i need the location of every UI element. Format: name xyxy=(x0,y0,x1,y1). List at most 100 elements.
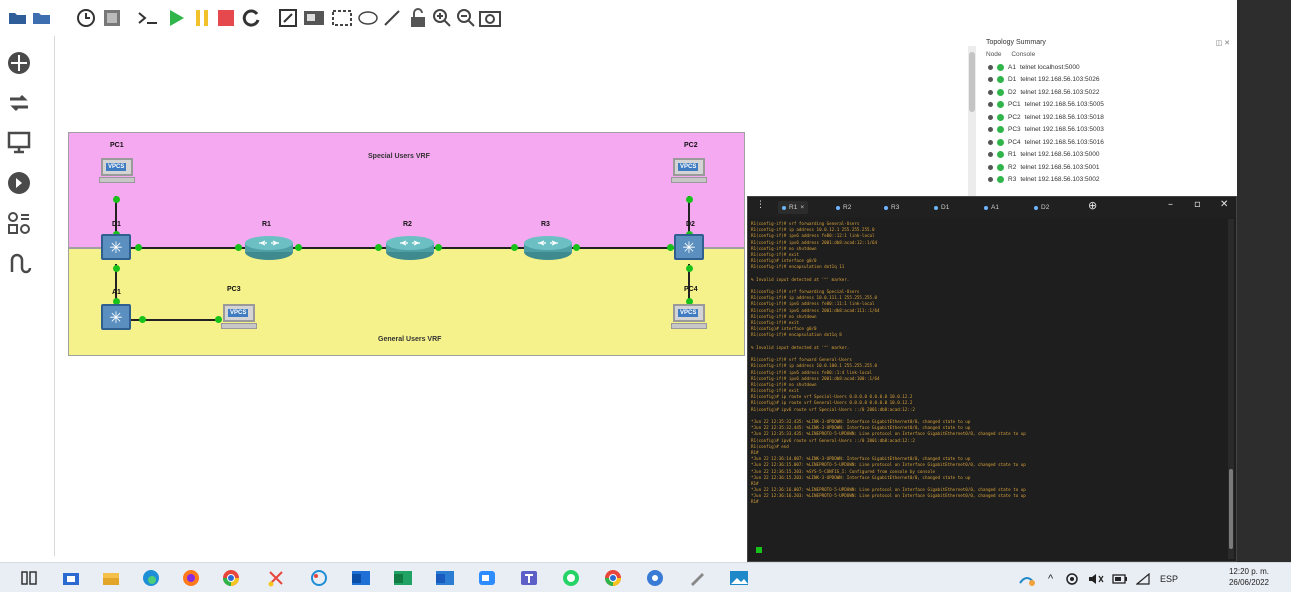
word-icon[interactable] xyxy=(434,568,456,588)
expand-bullet-icon[interactable] xyxy=(988,164,993,170)
pc2-node[interactable]: VPCS xyxy=(671,158,707,184)
topology-summary-row[interactable]: PC1 telnet 192.168.56.103:5005 xyxy=(988,100,1104,110)
snapshot-icon[interactable] xyxy=(100,6,124,30)
network-tray-icon[interactable] xyxy=(1016,568,1038,588)
topology-summary-row[interactable]: R1 telnet 192.168.56.103:5000 xyxy=(988,150,1099,160)
terminal-menu-icon[interactable]: ⋮ xyxy=(756,200,765,216)
firefox-icon[interactable] xyxy=(180,568,202,588)
edit-note-icon[interactable] xyxy=(276,6,300,30)
reload-icon[interactable] xyxy=(240,6,264,30)
line-icon[interactable] xyxy=(380,6,404,30)
screenshot-icon[interactable] xyxy=(478,6,502,30)
expand-bullet-icon[interactable] xyxy=(988,139,993,145)
topology-summary-row[interactable]: R3 telnet 192.168.56.103:5002 xyxy=(988,175,1099,185)
edge-icon[interactable] xyxy=(140,568,162,588)
snipping-icon[interactable] xyxy=(265,568,287,588)
language-indicator[interactable]: ESP xyxy=(1160,572,1178,586)
pc1-node[interactable]: VPCS xyxy=(99,158,135,184)
pc4-node[interactable]: VPCS xyxy=(671,304,707,330)
expand-bullet-icon[interactable] xyxy=(988,64,993,70)
wifi-tray-icon[interactable] xyxy=(1136,572,1150,586)
browse-all-devices-icon[interactable] xyxy=(4,208,34,238)
d2-switch-node[interactable]: ✳ xyxy=(674,234,704,260)
topology-summary-row[interactable]: D2 telnet 192.168.56.103:5022 xyxy=(988,87,1099,97)
folder-icon[interactable] xyxy=(30,6,54,30)
expand-bullet-icon[interactable] xyxy=(988,102,993,107)
terminal-scrollbar-thumb[interactable] xyxy=(1229,469,1233,549)
topology-summary-row[interactable]: PC4 telnet 192.168.56.103:5016 xyxy=(988,137,1104,147)
photos-icon[interactable] xyxy=(728,568,750,588)
tab-r1[interactable]: R1 × xyxy=(778,201,809,214)
expand-bullet-icon[interactable] xyxy=(988,114,993,120)
tray-expand-icon[interactable]: ^ xyxy=(1048,572,1053,586)
expand-bullet-icon[interactable] xyxy=(988,177,993,182)
terminal-scrollbar[interactable] xyxy=(1228,219,1234,559)
tab-d1[interactable]: D1 xyxy=(934,201,949,214)
zoom-out-icon[interactable] xyxy=(454,6,478,30)
r1-router-node[interactable] xyxy=(243,235,295,261)
topology-summary-row[interactable]: A1 telnet localhost:5000 xyxy=(988,62,1080,72)
special-users-vrf-zone[interactable] xyxy=(68,132,745,248)
zoom-icon[interactable] xyxy=(476,568,498,588)
tab-a1[interactable]: A1 xyxy=(984,201,999,214)
zoom-in-icon[interactable] xyxy=(430,6,454,30)
rectangle-icon[interactable] xyxy=(330,6,354,30)
expand-bullet-icon[interactable] xyxy=(988,77,993,82)
outlook-icon[interactable] xyxy=(350,568,372,588)
gns3-icon[interactable] xyxy=(644,568,666,588)
task-view-icon[interactable] xyxy=(18,568,40,588)
browse-end-devices-icon[interactable] xyxy=(4,128,34,158)
expand-bullet-icon[interactable] xyxy=(988,127,993,132)
canvas-scrollbar-thumb[interactable] xyxy=(969,52,975,112)
browse-switches-icon[interactable] xyxy=(4,88,34,118)
browse-routers-icon[interactable] xyxy=(4,48,34,78)
start-icon[interactable] xyxy=(164,6,188,30)
chrome-icon[interactable] xyxy=(220,568,242,588)
folder-open-icon[interactable] xyxy=(6,6,30,30)
excel-icon[interactable] xyxy=(392,568,414,588)
topology-summary-row[interactable]: PC3 telnet 192.168.56.103:5003 xyxy=(988,125,1104,135)
tab-d2[interactable]: D2 xyxy=(1034,201,1049,214)
minimize-icon[interactable]: – xyxy=(1168,199,1173,215)
pc3-node[interactable]: VPCS xyxy=(221,304,257,330)
image-icon[interactable] xyxy=(302,6,326,30)
terminal-output[interactable]: R1(config-if)# vrf forwarding General-Us… xyxy=(751,221,1221,559)
link-status-dot xyxy=(511,244,518,251)
pause-icon[interactable] xyxy=(190,6,214,30)
pen-icon[interactable] xyxy=(686,568,708,588)
topology-summary-row[interactable]: PC2 telnet 192.168.56.103:5018 xyxy=(988,112,1104,122)
close-icon[interactable]: ✕ xyxy=(1220,199,1228,215)
stop-icon[interactable] xyxy=(214,6,238,30)
file-explorer-icon[interactable] xyxy=(100,568,122,588)
expand-bullet-icon[interactable] xyxy=(988,89,993,95)
paint-icon[interactable] xyxy=(308,568,330,588)
battery-tray-icon[interactable] xyxy=(1112,572,1128,586)
tab-r3[interactable]: R3 xyxy=(884,201,899,214)
a1-switch-node[interactable]: ✳ xyxy=(101,304,131,330)
chrome-alt-icon[interactable] xyxy=(602,568,624,588)
teams-icon[interactable] xyxy=(518,568,540,588)
terminal-window[interactable]: ⋮ R1 × R2 R3 D1 A1 D2 ⊕ – ▫ ✕ R1(config-… xyxy=(747,196,1237,562)
add-link-icon[interactable] xyxy=(4,248,34,278)
console-icon[interactable] xyxy=(136,6,160,30)
browse-security-icon[interactable] xyxy=(4,168,34,198)
clock[interactable]: 12:20 p. m. 26/06/2022 xyxy=(1212,566,1286,588)
r2-router-node[interactable] xyxy=(384,235,436,261)
topology-summary-row[interactable]: R2 telnet 192.168.56.103:5001 xyxy=(988,162,1099,172)
store-icon[interactable] xyxy=(60,568,82,588)
topology-summary-row[interactable]: D1 telnet 192.168.56.103:5026 xyxy=(988,75,1099,85)
panel-controls[interactable]: ◫ ✕ xyxy=(1216,39,1230,47)
r3-router-node[interactable] xyxy=(522,235,574,261)
whatsapp-icon[interactable] xyxy=(560,568,582,588)
expand-bullet-icon[interactable] xyxy=(988,152,993,157)
new-tab-icon[interactable]: ⊕ xyxy=(1088,199,1097,215)
clock-icon[interactable] xyxy=(74,6,98,30)
tab-close-icon[interactable]: × xyxy=(800,204,804,211)
volume-tray-icon[interactable] xyxy=(1088,572,1104,586)
maximize-icon[interactable]: ▫ xyxy=(1194,199,1201,215)
lock-icon[interactable] xyxy=(406,6,430,30)
location-tray-icon[interactable] xyxy=(1066,572,1078,586)
ellipse-icon[interactable] xyxy=(356,6,380,30)
d1-switch-node[interactable]: ✳ xyxy=(101,234,131,260)
tab-r2[interactable]: R2 xyxy=(836,201,851,214)
